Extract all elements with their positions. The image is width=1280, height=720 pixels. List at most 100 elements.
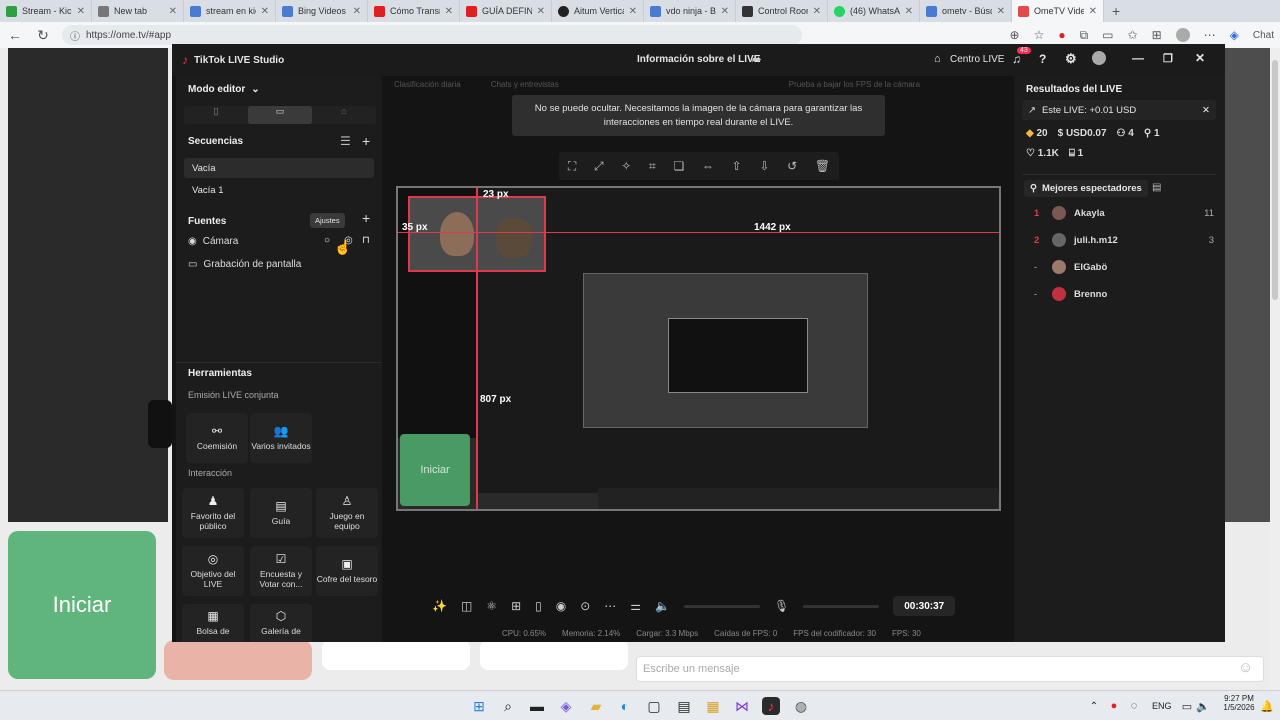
split-icon[interactable]: ▭ [1102,28,1113,42]
extension-icon[interactable]: ● [1058,28,1065,42]
portrait-icon[interactable]: ▯ [184,106,248,124]
tool-team-game[interactable]: ♙ Juego en equipo [316,488,378,538]
tool-poll[interactable]: ☑ Encuesta y Votar con... [250,546,312,596]
expand-icon[interactable]: ⤢ [594,159,604,174]
close-icon[interactable]: ✕ [629,6,637,17]
app-icon[interactable]: ▤ [675,697,693,715]
bring-forward-icon[interactable]: ⇧ [732,159,742,173]
cohost-button[interactable]: ⚯ Coemisión [186,413,248,463]
orientation-switch[interactable]: ▯ ▭ ⌂ [184,106,376,124]
tray-icon[interactable]: ◌ [1125,697,1143,715]
center-icon[interactable]: ✧ [621,159,631,173]
list-icon[interactable]: ▤ [1152,182,1161,193]
record-icon[interactable]: ◉ [556,599,566,613]
stop-button[interactable] [164,640,312,680]
chat-input[interactable]: Escribe un mensaje [636,656,1264,682]
close-icon[interactable]: ✕ [537,6,545,17]
lock-icon[interactable]: ⊓ [362,235,370,246]
action-button[interactable] [480,640,628,670]
browser-tab[interactable]: Stream - Kick ✕ [0,0,92,22]
share-icon[interactable]: ➦ [752,53,761,66]
close-window-icon[interactable]: ✕ [1195,51,1205,65]
emoji-icon[interactable]: ☺ [1238,659,1253,676]
viewer-row[interactable]: - ElGabö [1034,260,1214,274]
settings-icon[interactable]: ○ [324,235,330,246]
avatar[interactable] [1175,28,1190,42]
chat-label[interactable]: Chat [1253,30,1274,41]
mic-slider[interactable] [803,604,880,608]
avatar[interactable] [1092,51,1106,65]
obs-icon[interactable]: ◍ [792,697,810,715]
translate-icon[interactable]: ⊕ [1010,28,1020,42]
close-icon[interactable]: ✕ [77,6,85,17]
volume-icon[interactable]: 🔈 [1194,697,1212,715]
source-screen[interactable]: ▭ Grabación de pantalla [188,259,301,270]
new-tab-icon[interactable]: + [1112,3,1120,19]
favorite-icon[interactable]: ☆ [1034,28,1045,42]
browser-tab[interactable]: New tab ✕ [92,0,184,22]
list-icon[interactable]: ☰ [340,134,351,148]
browser-tab[interactable]: Control Room ✕ [736,0,828,22]
live-preview-canvas[interactable]: Iniciar 23 px 35 px 1442 px 807 px [396,186,1001,511]
tray-icon[interactable]: ● [1105,697,1123,715]
site-info-icon[interactable]: ⓘ [70,28,80,43]
center-live-button[interactable]: Centro LIVE [950,54,1004,65]
back-icon[interactable]: ← [6,27,24,43]
ai-icon[interactable]: ⚛ [486,599,497,613]
restore-icon[interactable]: ❐ [1163,52,1173,65]
store-icon[interactable]: ▦ [704,697,722,715]
tool-treasure[interactable]: ▣ Cofre del tesoro [316,546,378,596]
browser-tab[interactable]: Bing Videos ✕ [276,0,368,22]
browser-tab[interactable]: Cómo Transmitir ✕ [368,0,460,22]
tool-fav-audience[interactable]: ♟ Favorito del público [182,488,244,538]
favorites-icon[interactable]: ✩ [1128,28,1138,42]
volume-slider[interactable] [684,604,760,608]
url-field[interactable]: ⓘ https://ome.tv/#app [62,25,802,45]
folder-icon[interactable]: ▰ [587,697,605,715]
close-icon[interactable]: ✕ [445,6,453,17]
close-icon[interactable]: ✕ [813,6,821,17]
browser-tab[interactable]: vdo ninja - Bús ✕ [644,0,736,22]
browser-tab[interactable]: stream en kick ✕ [184,0,276,22]
floating-widget[interactable] [148,400,172,448]
viewer-row[interactable]: - Brenno [1034,287,1214,301]
crop-icon[interactable]: ⌗ [649,159,656,174]
search-icon[interactable]: ⌕ [499,697,517,715]
close-icon[interactable]: ✕ [169,6,177,17]
action-button[interactable] [322,640,470,670]
scene-item[interactable]: Vacía 1 [184,180,374,200]
close-icon[interactable]: ✕ [353,6,361,17]
add-media-icon[interactable]: ⊞ [511,599,521,613]
browser-tab[interactable]: (46) WhatsApp ✕ [828,0,920,22]
send-back-icon[interactable]: ⇩ [759,159,769,173]
browser-tab-active[interactable]: OmeTV Video ✕ [1012,0,1104,22]
edge-icon[interactable]: ◐ [616,697,634,715]
collections-icon[interactable]: ⊞ [1152,28,1162,42]
close-icon[interactable]: ✕ [1202,105,1210,116]
tool-live-goal[interactable]: ◎ Objetivo del LIVE [182,546,244,596]
notification-icon[interactable]: 🔔 [1258,697,1276,715]
copy-icon[interactable]: ❏ [673,159,684,173]
top-viewers-tab[interactable]: ⚲ Mejores espectadores [1024,180,1148,197]
mixer-icon[interactable]: ⚌ [630,599,641,613]
task-view-icon[interactable]: ▬ [528,697,546,715]
reload-icon[interactable]: ↻ [34,27,52,44]
delete-icon[interactable]: 🗑 [815,159,830,173]
tool-guide[interactable]: ▤ Guía [250,488,312,538]
daily-ranking-label[interactable]: Clasificación diaria [394,80,461,89]
chevron-up-icon[interactable]: ⌃ [1085,697,1103,715]
tool-gallery[interactable]: ⬡ Galería de [250,604,312,642]
add-source-icon[interactable]: + [362,210,370,226]
fit-icon[interactable]: ⛶ [568,159,576,174]
close-icon[interactable]: ✕ [721,6,729,17]
visual-studio-icon[interactable]: ⋈ [733,697,751,715]
add-scene-icon[interactable]: + [362,133,370,149]
lock-layout-icon[interactable]: ⌂ [312,106,376,124]
copilot-icon[interactable]: ◈ [557,697,575,715]
scene-item[interactable]: Vacía [184,158,374,178]
copilot-icon[interactable]: ◈ [1230,28,1239,42]
viewer-row[interactable]: 1 Akayla 11 [1034,206,1214,220]
minimize-icon[interactable]: — [1132,51,1144,65]
start-button[interactable]: Iniciar [8,531,156,679]
speaker-icon[interactable]: 🔈 [655,599,670,613]
